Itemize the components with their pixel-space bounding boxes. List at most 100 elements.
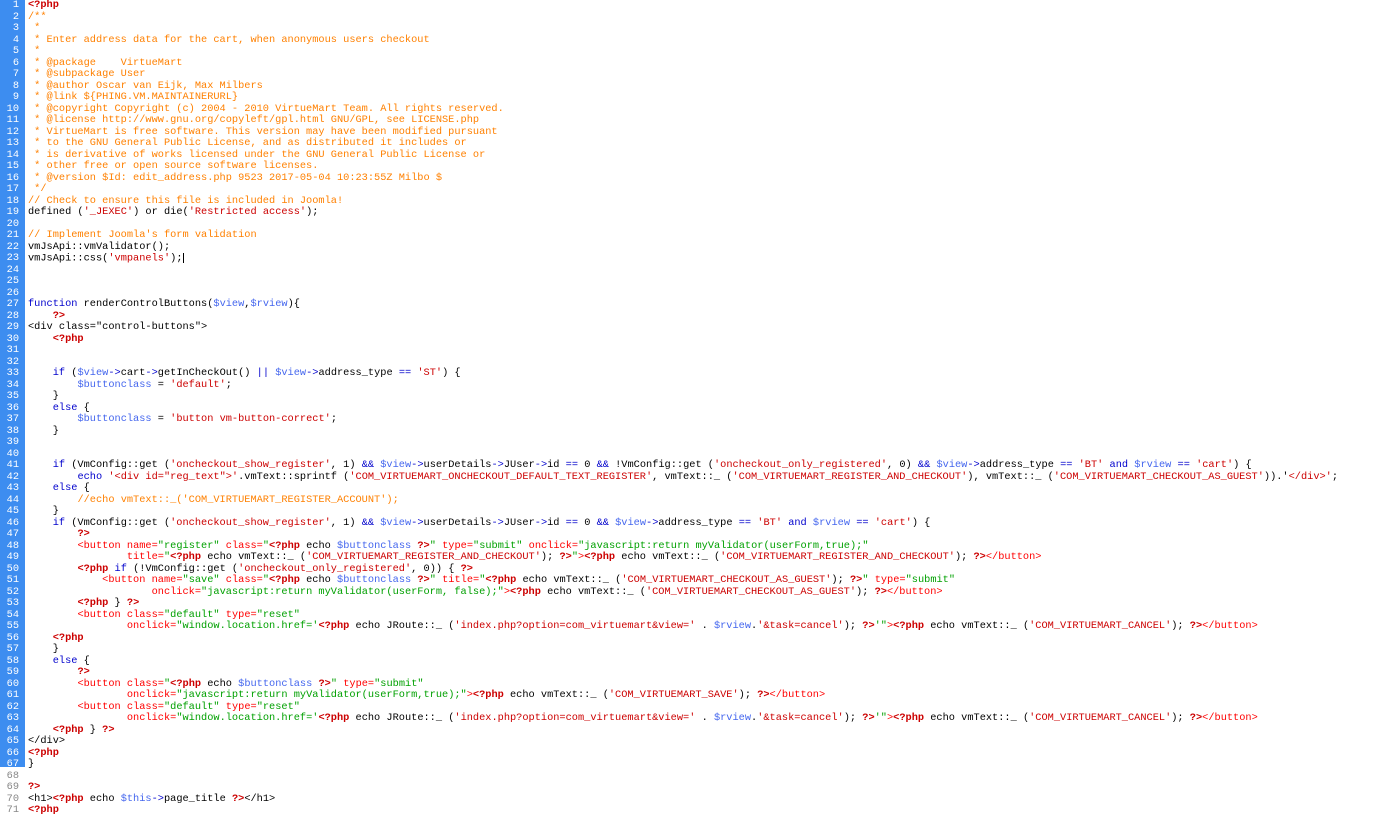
code-token: } <box>108 597 127 609</box>
code-token: echo vmText::_ ( <box>201 551 307 563</box>
code-token: ?> <box>231 792 245 805</box>
code-token: defined ( <box>28 206 84 218</box>
code-token: title= <box>442 574 480 586</box>
code-token: page_title <box>163 792 232 805</box>
code-token: function <box>28 298 78 310</box>
code-token: 'cart' <box>1196 459 1234 471</box>
code-token: '&task=cancel' <box>757 712 844 724</box>
code-token: class= <box>126 677 164 690</box>
code-token: userDetails <box>423 516 492 529</box>
code-token: title= <box>126 551 164 563</box>
line-number: 27 <box>6 298 19 310</box>
line-number: 13 <box>6 137 19 149</box>
code-token: * other free or open source software lic… <box>28 160 319 172</box>
code-token: <?php <box>318 620 350 632</box>
code-token: = <box>151 413 171 425</box>
code-token: -> <box>967 459 980 471</box>
code-token: "window.location.href=' <box>176 712 319 724</box>
code-token: ); <box>954 551 974 563</box>
code-token: $view <box>380 459 412 471</box>
code-token: ?> <box>417 574 430 586</box>
line-number: 39 <box>6 436 19 448</box>
code-token: ?> <box>559 551 572 563</box>
code-token: * is derivative of works licensed under … <box>28 148 486 161</box>
code-token: && <box>596 516 609 529</box>
code-token: == <box>856 516 869 529</box>
code-token: } <box>28 390 59 402</box>
line-number: 69 <box>6 781 19 793</box>
code-token: <?php <box>269 574 300 586</box>
code-token: //echo vmText::_('COM_VIRTUEMART_REGISTE… <box>77 493 399 506</box>
code-token: "javascript:return myValidator(userForm,… <box>578 539 869 552</box>
line-content: * @version $Id: edit_address.php 9523 20… <box>28 172 442 185</box>
code-token: ); <box>540 551 560 563</box>
code-token: echo vmText::_ ( <box>924 620 1030 632</box>
code-token: 'COM_VIRTUEMART_CHECKOUT_AS_GUEST' <box>1053 470 1264 483</box>
code-token: .vmText::sprintf ( <box>238 470 350 483</box>
code-token: onclick= <box>126 689 177 701</box>
code-token: if <box>52 367 66 379</box>
code-token: 'cart' <box>874 516 912 529</box>
code-token: "reset" <box>256 608 300 621</box>
code-token: <?php <box>170 551 202 563</box>
code-token: $buttonclass <box>337 539 412 552</box>
code-token: echo vmText::_ ( <box>503 689 609 701</box>
code-token: <div class="control-buttons"> <box>28 321 208 333</box>
code-token: JUser <box>503 459 535 471</box>
code-token: 'index.php?option=com_virtuemart&view=' <box>454 620 696 632</box>
code-token: <?php <box>584 551 616 563</box>
code-token: * @author Oscar van Eijk, Max Milbers <box>28 79 263 92</box>
code-token: { <box>77 654 90 667</box>
code-token: "submit" <box>374 677 424 690</box>
line-number: 11 <box>6 114 19 126</box>
line-number: 5 <box>12 45 19 57</box>
code-token: <?php <box>472 689 504 701</box>
code-token: 'ST' <box>417 367 443 379</box>
code-token: echo vmText::_ ( <box>516 574 622 586</box>
code-token: echo vmText::_ ( <box>924 712 1030 724</box>
code-token: -> <box>306 367 319 379</box>
line-number: 9 <box>12 91 19 103</box>
code-token: 'Restricted access' <box>188 206 307 218</box>
code-token: $rview <box>713 620 752 632</box>
code-token: , vmText::_ ( <box>652 470 733 483</box>
code-token: address_type <box>979 459 1061 471</box>
code-token: type= <box>225 608 257 621</box>
code-token: "save" <box>182 574 220 586</box>
line-number: 45 <box>6 505 19 517</box>
code-token: </h1> <box>244 792 276 805</box>
code-token: } <box>28 643 59 655</box>
code-token: <?php <box>485 574 517 586</box>
code-token: </button> <box>1202 620 1258 632</box>
code-token: class= <box>126 700 164 713</box>
code-token: ) { <box>442 367 461 379</box>
code-token: 'oncheckout_only_registered' <box>713 459 888 471</box>
code-token: <?php <box>510 585 541 598</box>
code-token: 0 <box>578 459 597 471</box>
code-token: * @license http://www.gnu.org/copyleft/g… <box>28 114 480 126</box>
code-token: '<div id="reg_text">' <box>108 470 239 483</box>
code-token: -> <box>145 367 158 379</box>
code-token: </div> <box>28 735 66 747</box>
code-token: <button <box>77 539 121 552</box>
line-number: 7 <box>12 68 19 80</box>
code-editor[interactable]: 1 <?php 2/** 3 * 4 * Enter address data for … <box>0 0 1398 816</box>
code-token: ); <box>843 620 863 632</box>
code-token: echo vmText::_ ( <box>615 551 721 563</box>
code-token: // Check to ensure this file is included… <box>28 194 344 207</box>
code-token: ?> <box>77 666 90 678</box>
code-token: ; <box>330 413 337 425</box>
code-token: 'COM_VIRTUEMART_ONCHECKOUT_DEFAULT_TEXT_… <box>349 470 653 483</box>
code-token: == <box>398 367 412 379</box>
code-token: userDetails <box>423 459 492 471</box>
line-number: 19 <box>6 206 19 218</box>
line-number: 25 <box>6 275 19 287</box>
line-number: 71 <box>6 804 19 816</box>
code-token: ); <box>831 574 850 586</box>
